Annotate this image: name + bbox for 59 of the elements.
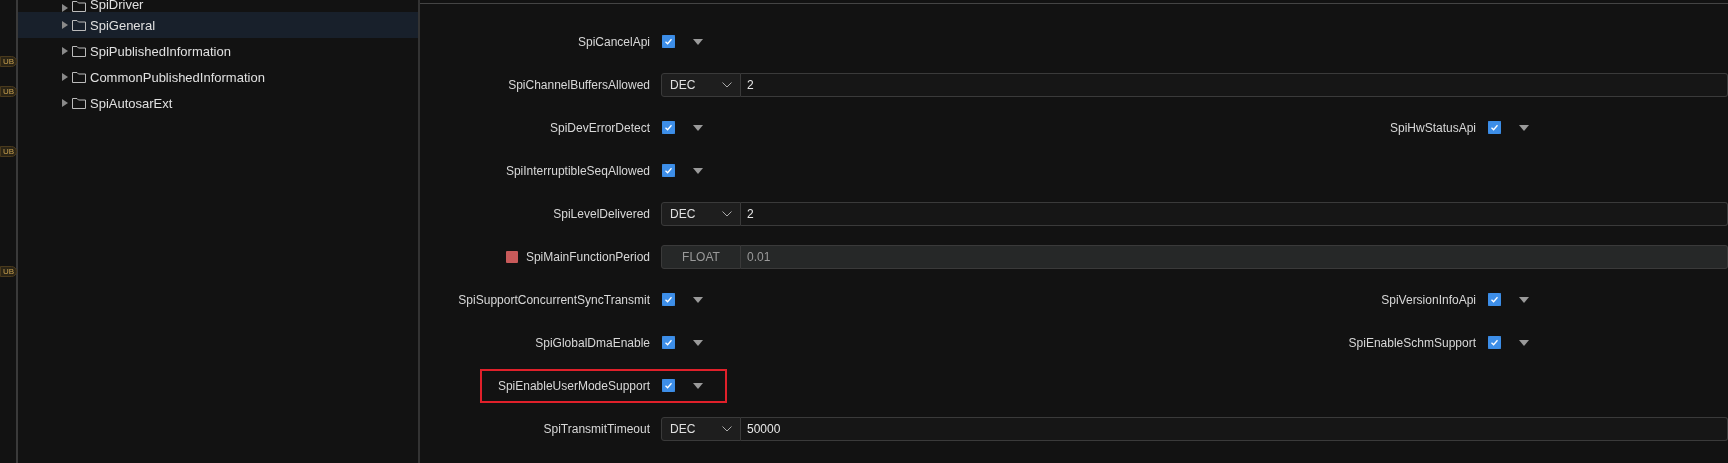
parameter-label: SpiGlobalDmaEnable [535,335,650,350]
folder-icon [72,71,86,83]
dropdown-caret-icon[interactable] [1519,339,1529,346]
tree-item[interactable]: CommonPublishedInformation [18,64,418,90]
chevron-down-icon [722,210,732,217]
expand-arrow-icon[interactable] [62,73,68,81]
parameter-label: SpiChannelBuffersAllowed [508,77,650,92]
badge: UB [0,146,18,157]
tree-item[interactable]: SpiPublishedInformation [18,38,418,64]
parameter-label: SpiDevErrorDetect [549,120,650,135]
tree-item[interactable]: SpiAutosarExt [18,90,418,116]
parameter-label: SpiCancelApi [577,34,650,49]
dropdown-caret-icon[interactable] [693,124,703,131]
value-field[interactable]: 2 [741,201,1728,226]
tree-item[interactable]: SpiDriver [18,0,418,12]
parameter-label: SpiVersionInfoApi [1381,292,1476,307]
folder-icon [72,45,86,57]
checkbox[interactable] [662,121,675,134]
value-field[interactable]: 2 [741,72,1728,97]
parameter-label: SpiLevelDelivered [553,206,650,221]
dropdown-caret-icon[interactable] [693,339,703,346]
checkbox[interactable] [662,293,675,306]
expand-arrow-icon[interactable] [62,21,68,29]
checkbox[interactable] [662,336,675,349]
dropdown-caret-icon[interactable] [693,167,703,174]
format-dropdown[interactable]: DEC [661,416,741,441]
checkbox[interactable] [1488,336,1501,349]
parameter-label: SpiMainFunctionPeriod [525,249,650,264]
parameter-label: SpiEnableSchmSupport [1348,335,1476,350]
expand-arrow-icon[interactable] [62,47,68,55]
tree-item[interactable]: SpiGeneral [18,12,418,38]
parameter-label: SpiHwStatusApi [1389,120,1476,135]
badge: UB [0,266,18,277]
dropdown-caret-icon[interactable] [693,38,703,45]
folder-icon [72,0,86,12]
checkbox[interactable] [662,379,675,392]
expand-arrow-icon[interactable] [62,4,68,12]
badge: UB [0,56,18,67]
format-dropdown[interactable]: DEC [661,72,741,97]
chevron-down-icon [722,81,732,88]
badge: UB [0,86,18,97]
folder-icon [72,97,86,109]
chevron-down-icon [722,425,732,432]
dropdown-caret-icon[interactable] [1519,124,1529,131]
checkbox[interactable] [662,35,675,48]
dropdown-caret-icon[interactable] [1519,296,1529,303]
value-field[interactable]: 50000 [741,416,1728,441]
checkbox[interactable] [1488,121,1501,134]
parameter-label: SpiTransmitTimeout [543,421,650,436]
checkbox[interactable] [1488,293,1501,306]
checkbox[interactable] [662,164,675,177]
parameter-label: SpiSupportConcurrentSyncTransmit [458,292,650,307]
parameter-label: SpiEnableUserModeSupport [497,378,650,393]
dropdown-caret-icon[interactable] [693,382,703,389]
parameter-label: SpiInterruptibleSeqAllowed [505,163,650,178]
dropdown-caret-icon[interactable] [693,296,703,303]
format-dropdown[interactable]: DEC [661,201,741,226]
expand-arrow-icon[interactable] [62,99,68,107]
folder-icon [72,19,86,31]
